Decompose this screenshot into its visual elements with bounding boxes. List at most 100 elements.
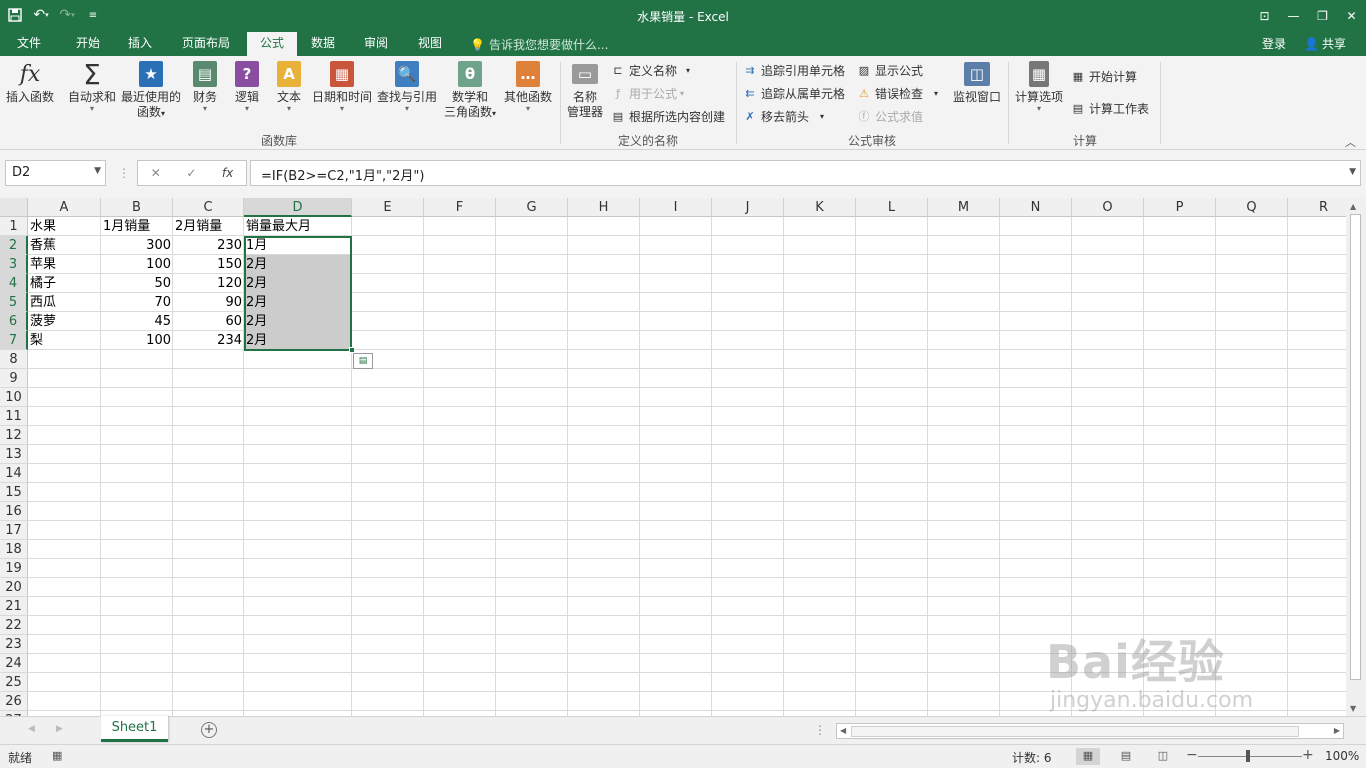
collapse-ribbon-icon[interactable]: ︿ — [1345, 134, 1356, 150]
zoom-slider-thumb[interactable] — [1246, 750, 1250, 762]
close-icon[interactable]: ✕ — [1337, 0, 1366, 32]
tab-3[interactable]: 插入 — [117, 32, 163, 56]
cell-a6[interactable]: 菠萝 — [28, 312, 101, 331]
normal-view-icon[interactable]: ▦ — [1076, 748, 1100, 765]
row-header-19[interactable]: 19 — [0, 559, 28, 578]
scroll-right-icon[interactable]: ▶ — [1334, 726, 1340, 735]
cell-b5[interactable]: 70 — [101, 293, 173, 312]
header-cell-c1[interactable]: 2月销量 — [173, 217, 244, 236]
column-header-m[interactable]: M — [928, 198, 1000, 217]
cell-a7[interactable]: 梨 — [28, 331, 101, 350]
row-header-2[interactable]: 2 — [0, 236, 28, 255]
row-header-11[interactable]: 11 — [0, 407, 28, 426]
tab-7[interactable]: 审阅 — [353, 32, 399, 56]
cell-b3[interactable]: 100 — [101, 255, 173, 274]
evaluate-formula-button[interactable]: ⓕ 公式求值 — [856, 106, 924, 126]
column-header-r[interactable]: R — [1288, 198, 1346, 217]
cell-c7[interactable]: 234 — [173, 331, 244, 350]
scroll-down-icon[interactable]: ▼ — [1350, 704, 1356, 713]
insert-function-icon[interactable]: fx — [222, 166, 233, 180]
restore-icon[interactable]: ❐ — [1308, 0, 1337, 32]
column-header-o[interactable]: O — [1072, 198, 1144, 217]
logical-button[interactable]: ? 逻辑 ▾ — [230, 60, 264, 113]
use-in-formula-button[interactable]: ƒ 用于公式 ▾ — [610, 83, 684, 103]
autosum-button[interactable]: Σ 自动求和 ▾ — [66, 60, 118, 113]
horizontal-scrollbar[interactable]: ◀ ▶ — [836, 723, 1344, 739]
page-break-view-icon[interactable]: ◫ — [1151, 748, 1175, 765]
cell-a2[interactable]: 香蕉 — [28, 236, 101, 255]
cell-b4[interactable]: 50 — [101, 274, 173, 293]
expand-formula-icon[interactable]: ▼ — [1349, 167, 1356, 177]
column-header-n[interactable]: N — [1000, 198, 1072, 217]
cell-c4[interactable]: 120 — [173, 274, 244, 293]
row-header-21[interactable]: 21 — [0, 597, 28, 616]
formula-input[interactable]: =IF(B2>=C2,"1月","2月") ▼ — [250, 160, 1361, 186]
financial-button[interactable]: ▤ 财务 ▾ — [188, 60, 222, 113]
share-button[interactable]: 👤 共享 — [1304, 35, 1346, 52]
watch-window-button[interactable]: ◫ 监视窗口 — [950, 60, 1004, 105]
column-header-a[interactable]: A — [28, 198, 101, 217]
zoom-slider[interactable] — [1198, 756, 1302, 757]
row-header-14[interactable]: 14 — [0, 464, 28, 483]
row-header-8[interactable]: 8 — [0, 350, 28, 369]
cell-a3[interactable]: 苹果 — [28, 255, 101, 274]
header-cell-d1[interactable]: 销量最大月 — [244, 217, 352, 236]
row-header-17[interactable]: 17 — [0, 521, 28, 540]
scroll-up-icon[interactable]: ▲ — [1350, 202, 1356, 211]
row-header-1[interactable]: 1 — [0, 217, 28, 236]
tell-me-box[interactable]: 💡 告诉我您想要做什么... — [470, 36, 608, 53]
row-header-25[interactable]: 25 — [0, 673, 28, 692]
row-header-13[interactable]: 13 — [0, 445, 28, 464]
vertical-scroll-thumb[interactable] — [1350, 214, 1361, 680]
row-header-5[interactable]: 5 — [0, 293, 28, 312]
calc-options-button[interactable]: ▦ 计算选项 ▾ — [1012, 60, 1066, 113]
lookup-button[interactable]: 🔍 查找与引用 ▾ — [376, 60, 438, 113]
row-header-12[interactable]: 12 — [0, 426, 28, 445]
tab-5[interactable]: 公式 — [247, 32, 297, 56]
row-header-16[interactable]: 16 — [0, 502, 28, 521]
cell-b2[interactable]: 300 — [101, 236, 173, 255]
datetime-button[interactable]: ▦ 日期和时间 ▾ — [310, 60, 374, 113]
tab-1[interactable]: 文件 — [6, 32, 52, 56]
row-header-20[interactable]: 20 — [0, 578, 28, 597]
column-header-e[interactable]: E — [352, 198, 424, 217]
header-cell-a1[interactable]: 水果 — [28, 217, 101, 236]
text-button[interactable]: A 文本 ▾ — [272, 60, 306, 113]
trace-precedents-button[interactable]: ⇉ 追踪引用单元格 — [742, 60, 845, 80]
scroll-left-icon[interactable]: ◀ — [840, 726, 846, 735]
recent-functions-button[interactable]: ★ 最近使用的 函数▾ — [120, 60, 182, 121]
row-header-26[interactable]: 26 — [0, 692, 28, 711]
cell-b6[interactable]: 45 — [101, 312, 173, 331]
cell-b7[interactable]: 100 — [101, 331, 173, 350]
macro-record-icon[interactable]: ▦ — [52, 749, 62, 762]
row-header-18[interactable]: 18 — [0, 540, 28, 559]
insert-function-button[interactable]: fx 插入函数 — [4, 60, 56, 105]
math-trig-button[interactable]: θ 数学和 三角函数▾ — [440, 60, 500, 121]
cancel-icon[interactable]: ✕ — [151, 166, 161, 180]
quick-analysis-icon[interactable]: ▤ — [353, 353, 373, 369]
column-header-j[interactable]: J — [712, 198, 784, 217]
column-header-g[interactable]: G — [496, 198, 568, 217]
create-from-selection-button[interactable]: ▤ 根据所选内容创建 — [610, 106, 725, 126]
row-header-9[interactable]: 9 — [0, 369, 28, 388]
name-manager-button[interactable]: ▭ 名称 管理器 — [564, 60, 606, 120]
sheet-tab-sheet1[interactable]: Sheet1 — [101, 716, 168, 742]
more-functions-button[interactable]: … 其他函数 ▾ — [502, 60, 554, 113]
cell-a5[interactable]: 西瓜 — [28, 293, 101, 312]
column-header-c[interactable]: C — [173, 198, 244, 217]
enter-icon[interactable]: ✓ — [186, 166, 196, 180]
row-header-3[interactable]: 3 — [0, 255, 28, 274]
column-header-l[interactable]: L — [856, 198, 928, 217]
row-header-23[interactable]: 23 — [0, 635, 28, 654]
cell-c6[interactable]: 60 — [173, 312, 244, 331]
error-checking-button[interactable]: ⚠ 错误检查 ▾ — [856, 83, 938, 103]
row-header-6[interactable]: 6 — [0, 312, 28, 331]
vertical-scrollbar[interactable]: ▲ ▼ — [1346, 198, 1366, 716]
tab-8[interactable]: 视图 — [407, 32, 453, 56]
row-header-7[interactable]: 7 — [0, 331, 28, 350]
zoom-in-icon[interactable]: + — [1302, 747, 1314, 763]
name-box[interactable]: D2 ▼ — [5, 160, 106, 186]
cell-a4[interactable]: 橘子 — [28, 274, 101, 293]
header-cell-b1[interactable]: 1月销量 — [101, 217, 173, 236]
tab-2[interactable]: 开始 — [64, 32, 112, 56]
